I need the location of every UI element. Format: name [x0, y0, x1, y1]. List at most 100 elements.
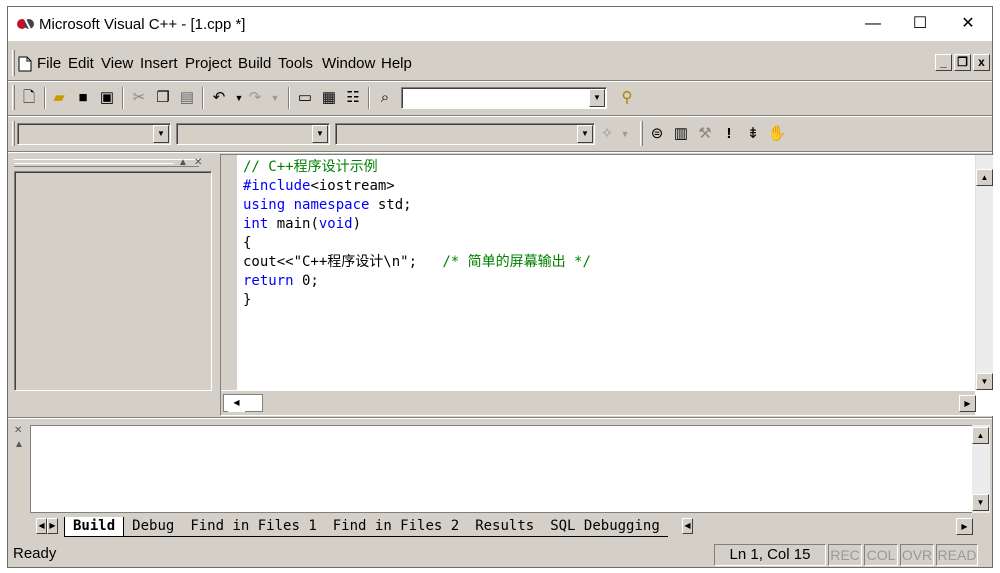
- wizard-dropdown-icon[interactable]: ▼: [614, 123, 636, 145]
- find-combo[interactable]: ▼: [401, 87, 607, 109]
- tab-build[interactable]: Build: [64, 517, 125, 537]
- undo-icon[interactable]: ↶: [208, 87, 230, 109]
- tab-find-in-files-2[interactable]: Find in Files 2: [324, 517, 468, 537]
- output-window-icon[interactable]: ▦: [318, 87, 340, 109]
- separator: [122, 87, 124, 109]
- scroll-left-icon[interactable]: ◀: [228, 395, 245, 412]
- tab-scroll-right-icon[interactable]: ▶: [47, 518, 58, 534]
- new-text-file-icon[interactable]: 🗋: [18, 87, 40, 109]
- scroll-up-icon[interactable]: ▲: [976, 169, 993, 186]
- mdi-restore-button[interactable]: ❐: [954, 54, 971, 71]
- tab-find-in-files-1[interactable]: Find in Files 1: [182, 517, 325, 537]
- save-all-icon[interactable]: ▣: [96, 87, 118, 109]
- window-list-icon[interactable]: ☷: [342, 87, 364, 109]
- class-combo[interactable]: ▼: [17, 123, 171, 145]
- code-line: // C++程序设计示例: [243, 159, 378, 175]
- mdi-minimize-button[interactable]: _: [935, 54, 952, 71]
- separator: [202, 87, 204, 109]
- paste-icon[interactable]: ▤: [176, 87, 198, 109]
- compile-icon[interactable]: ⊜: [646, 123, 668, 145]
- editor-vertical-scrollbar[interactable]: ▲ ▼: [975, 155, 993, 390]
- menu-build[interactable]: Build: [238, 55, 271, 72]
- keyword: using: [243, 197, 286, 213]
- scroll-right-icon[interactable]: ▶: [959, 395, 976, 412]
- menu-insert[interactable]: Insert: [140, 55, 178, 72]
- menu-edit[interactable]: Edit: [68, 55, 94, 72]
- close-button[interactable]: ✕: [945, 7, 991, 41]
- breakpoint-hand-icon[interactable]: ✋: [766, 123, 788, 145]
- scroll-down-icon[interactable]: ▼: [972, 494, 989, 511]
- output-text-area[interactable]: [30, 425, 974, 513]
- hscroll-left-icon[interactable]: ◀: [682, 518, 693, 534]
- tab-debug[interactable]: Debug: [124, 517, 183, 537]
- find-icon[interactable]: ⚲: [616, 87, 638, 109]
- menu-tools[interactable]: Tools: [278, 55, 313, 72]
- code-line: }: [243, 292, 252, 308]
- document-icon[interactable]: [18, 56, 32, 72]
- stop-build-icon[interactable]: ⚒: [694, 123, 716, 145]
- visual-cpp-icon: [17, 18, 34, 30]
- find-in-files-icon[interactable]: ⌕: [374, 87, 396, 109]
- menu-help[interactable]: Help: [381, 55, 412, 72]
- divider: [8, 151, 992, 153]
- filter-combo[interactable]: ▼: [176, 123, 330, 145]
- scroll-up-icon[interactable]: ▲: [972, 427, 989, 444]
- cut-icon[interactable]: ✂: [128, 87, 150, 109]
- code-area[interactable]: // C++程序设计示例 #include<iostream> using na…: [243, 158, 591, 310]
- copy-icon[interactable]: ❐: [152, 87, 174, 109]
- editor-horizontal-scrollbar[interactable]: ◀ ▶: [221, 391, 976, 415]
- indicator-read: READ: [936, 544, 978, 566]
- redo-dropdown-icon[interactable]: ▼: [264, 87, 286, 109]
- chevron-down-icon[interactable]: ▼: [589, 89, 605, 107]
- workspace-tree[interactable]: [14, 171, 212, 391]
- save-icon[interactable]: ■: [72, 87, 94, 109]
- workspace-grip[interactable]: [14, 163, 174, 167]
- menu-view[interactable]: View: [101, 55, 133, 72]
- open-folder-icon[interactable]: ▰: [48, 87, 70, 109]
- scroll-right-icon[interactable]: ▶: [956, 518, 973, 535]
- workspace-close-icon[interactable]: ✕: [194, 157, 202, 168]
- toolbar-grip[interactable]: [12, 85, 15, 110]
- code-line: cout<<"C++程序设计\n"; /* 简单的屏幕输出 */: [243, 254, 591, 270]
- chevron-down-icon[interactable]: ▼: [153, 125, 169, 143]
- status-bar: Ready Ln 1, Col 15 REC COL OVR READ: [8, 541, 992, 568]
- go-icon[interactable]: ⇟: [742, 123, 764, 145]
- menu-file[interactable]: File: [37, 55, 61, 72]
- code-line: #include<iostream>: [243, 178, 395, 194]
- output-tabs: Build Debug Find in Files 1 Find in File…: [64, 517, 668, 537]
- standard-toolbar: 🗋 ▰ ■ ▣ ✂ ❐ ▤ ↶ ▼ ↷ ▼ ▭ ▦ ☷ ⌕ ▼ ⚲: [8, 83, 648, 113]
- chevron-down-icon[interactable]: ▼: [312, 125, 328, 143]
- tab-scroll-left-icon[interactable]: ◀: [36, 518, 47, 534]
- output-pane: ✕ ▲ ▲ ▼ ◀ ▶ Build Debug Find in Files 1 …: [12, 421, 992, 539]
- menu-window[interactable]: Window: [322, 55, 375, 72]
- toolbar-grip[interactable]: [640, 121, 643, 146]
- redo-icon[interactable]: ↷: [244, 87, 266, 109]
- separator: [288, 87, 290, 109]
- output-vertical-scrollbar[interactable]: ▲ ▼: [972, 425, 990, 513]
- output-maximize-icon[interactable]: ▲: [14, 439, 24, 450]
- keyword: return: [243, 273, 294, 289]
- menubar-grip[interactable]: [12, 50, 15, 76]
- scroll-track[interactable]: ◀: [223, 394, 263, 412]
- keyword: int: [243, 216, 269, 232]
- members-combo[interactable]: ▼: [335, 123, 595, 145]
- tab-sql-debugging[interactable]: SQL Debugging: [542, 517, 668, 537]
- minimize-button[interactable]: —: [850, 7, 896, 41]
- toolbar-grip[interactable]: [12, 121, 15, 146]
- chevron-down-icon[interactable]: ▼: [577, 125, 593, 143]
- mdi-close-button[interactable]: x: [973, 54, 990, 71]
- execute-icon[interactable]: !: [718, 123, 740, 145]
- workspace-window-icon[interactable]: ▭: [294, 87, 316, 109]
- output-close-icon[interactable]: ✕: [14, 425, 22, 436]
- code-line: int main(void): [243, 216, 362, 232]
- maximize-button[interactable]: ☐: [897, 7, 943, 41]
- tab-results[interactable]: Results: [467, 517, 543, 537]
- status-text: Ready: [13, 545, 57, 562]
- source-editor[interactable]: // C++程序设计示例 #include<iostream> using na…: [220, 154, 994, 416]
- build-icon[interactable]: ▥: [670, 123, 692, 145]
- wizard-toolbar: ▼ ▼ ▼ ✧ ▼ ⊜ ▥ ⚒ ! ⇟ ✋: [8, 119, 798, 149]
- workspace-maximize-icon[interactable]: ▲: [178, 157, 188, 168]
- menu-project[interactable]: Project: [185, 55, 232, 72]
- scroll-down-icon[interactable]: ▼: [976, 373, 993, 390]
- code-line: return 0;: [243, 273, 319, 289]
